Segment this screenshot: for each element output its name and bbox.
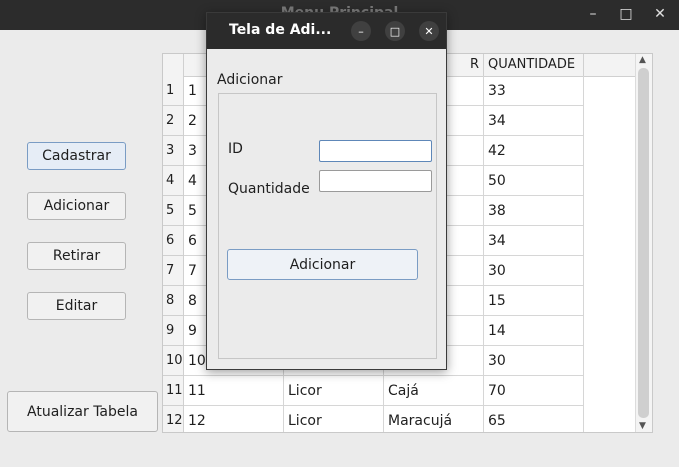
atualizar-tabela-button[interactable]: Atualizar Tabela	[7, 391, 158, 432]
row-number[interactable]: 11	[163, 376, 184, 406]
scrollbar-thumb[interactable]	[638, 68, 649, 418]
dialog-minimize-button[interactable]: –	[351, 21, 371, 41]
cell-col2[interactable]: Licor	[284, 406, 384, 432]
row-number[interactable]: 2	[163, 106, 184, 136]
row-number[interactable]: 10	[163, 346, 184, 376]
row-number[interactable]: 9	[163, 316, 184, 346]
cell-quantidade[interactable]: 30	[484, 346, 584, 376]
cell-quantidade[interactable]: 34	[484, 226, 584, 256]
dialog-adicionar-button[interactable]: Adicionar	[227, 249, 418, 280]
cell-quantidade[interactable]: 50	[484, 166, 584, 196]
editar-button[interactable]: Editar	[27, 292, 126, 320]
quantidade-label: Quantidade	[228, 181, 310, 197]
retirar-button[interactable]: Retirar	[27, 242, 126, 270]
scroll-down-icon[interactable]: ▼	[639, 421, 646, 431]
header-quantidade[interactable]: QUANTIDADE	[484, 54, 584, 76]
scroll-up-icon[interactable]: ▲	[639, 55, 646, 65]
dialog-close-button[interactable]: ✕	[419, 21, 439, 41]
cell-quantidade[interactable]: 42	[484, 136, 584, 166]
id-input[interactable]	[319, 140, 432, 162]
cell-id[interactable]: 11	[184, 376, 284, 406]
cadastrar-button[interactable]: Cadastrar	[27, 142, 126, 170]
row-number[interactable]: 4	[163, 166, 184, 196]
cell-col2[interactable]: Licor	[284, 376, 384, 406]
cell-quantidade[interactable]: 65	[484, 406, 584, 432]
dialog-maximize-button[interactable]: □	[385, 21, 405, 41]
cell-quantidade[interactable]: 34	[484, 106, 584, 136]
group-title: Adicionar	[217, 72, 283, 88]
row-number[interactable]: 7	[163, 256, 184, 286]
row-number[interactable]: 12	[163, 406, 184, 432]
maximize-button[interactable]: □	[609, 0, 643, 28]
cell-col3[interactable]: Maracujá	[384, 406, 484, 432]
header-corner	[163, 54, 184, 76]
table-row[interactable]: 12 12 Licor Maracujá 65	[163, 406, 584, 432]
vertical-scrollbar[interactable]: ▲ ▼	[635, 54, 652, 432]
cell-quantidade[interactable]: 70	[484, 376, 584, 406]
id-label: ID	[228, 141, 243, 157]
row-number[interactable]: 3	[163, 136, 184, 166]
dialog-titlebar: Tela de Adi... – □ ✕	[207, 13, 446, 49]
table-row[interactable]: 11 11 Licor Cajá 70	[163, 376, 584, 406]
dialog-title: Tela de Adi...	[229, 22, 332, 38]
add-group-box: ID Quantidade	[218, 93, 437, 359]
minimize-button[interactable]: –	[576, 0, 610, 28]
adicionar-button[interactable]: Adicionar	[27, 192, 126, 220]
quantidade-input[interactable]	[319, 170, 432, 192]
close-button[interactable]: ✕	[643, 0, 677, 28]
row-number[interactable]: 5	[163, 196, 184, 226]
cell-id[interactable]: 12	[184, 406, 284, 432]
add-dialog: Tela de Adi... – □ ✕ Adicionar ID Quanti…	[206, 12, 447, 370]
row-number[interactable]: 8	[163, 286, 184, 316]
cell-quantidade[interactable]: 15	[484, 286, 584, 316]
row-number[interactable]: 6	[163, 226, 184, 256]
cell-quantidade[interactable]: 14	[484, 316, 584, 346]
cell-quantidade[interactable]: 33	[484, 76, 584, 106]
cell-quantidade[interactable]: 38	[484, 196, 584, 226]
cell-col3[interactable]: Cajá	[384, 376, 484, 406]
cell-quantidade[interactable]: 30	[484, 256, 584, 286]
row-number[interactable]: 1	[163, 76, 184, 106]
